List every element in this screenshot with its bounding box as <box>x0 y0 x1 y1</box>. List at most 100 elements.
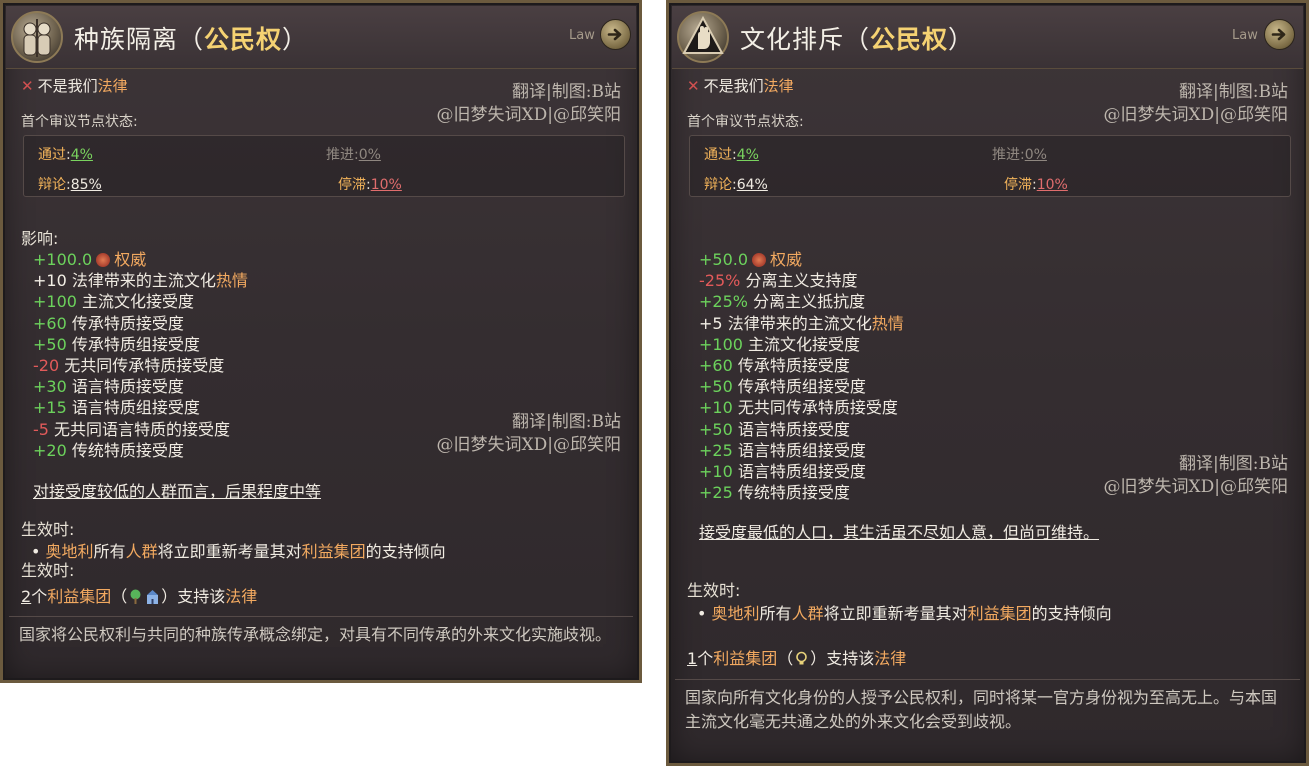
effect-label: 传承特质组接受度 <box>71 334 200 354</box>
stage-label: 首个审议节点状态: <box>21 114 138 130</box>
effect-label: 主流文化接受度 <box>82 292 195 312</box>
effect-label: 传承特质接受度 <box>737 356 850 375</box>
stage-advance-value[interactable]: 0% <box>1025 147 1047 163</box>
law-tooltip-cultural-exclusion: 文化排斥（公民权） Law ✕ 不是我们法律 翻译|制图:B站 @旧梦失词XD|@… <box>666 0 1309 766</box>
effect-value: +5 <box>699 313 723 333</box>
bullet-text: 将立即重新考量其对 <box>157 542 302 561</box>
effect-label: 分离主义支持度 <box>745 271 858 291</box>
effect-label: 传统特质接受度 <box>737 483 850 503</box>
law-name: 种族隔离 <box>74 25 179 54</box>
interest-groups-link[interactable]: 利益集团 <box>47 587 111 606</box>
tree-icon[interactable] <box>128 589 143 604</box>
stage-pass-value[interactable]: 4% <box>71 147 93 163</box>
stage-debate: 辩论:85% <box>38 177 102 193</box>
law-name: 文化排斥 <box>740 25 845 54</box>
effect-label: 权威 <box>114 250 147 269</box>
effect-value: +100.0 <box>33 250 93 269</box>
law-title: 种族隔离（公民权） <box>74 20 308 56</box>
effect-value: +25 <box>699 483 733 503</box>
effect-label: 分离主义抵抗度 <box>753 292 866 312</box>
stage-advance-value[interactable]: 0% <box>359 147 381 163</box>
effect-value: +60 <box>699 356 733 375</box>
effect-keyword[interactable]: 热情 <box>216 271 248 290</box>
pops-link[interactable]: 人群 <box>792 604 824 623</box>
title-paren-close: ） <box>948 25 975 54</box>
effect-value: +15 <box>33 398 67 418</box>
support-text: 个 <box>31 587 48 606</box>
effect-value: +10 <box>33 271 67 291</box>
law-link[interactable]: 法律 <box>225 587 257 606</box>
effect-label: 法律带来的主流文化 <box>71 271 216 291</box>
consequence-summary[interactable]: 对接受度较低的人群而言，后果程度中等 <box>33 478 321 502</box>
stage-stall-value[interactable]: 10% <box>371 177 402 193</box>
effect-value: +30 <box>33 377 67 397</box>
stage-debate-value[interactable]: 85% <box>71 177 102 193</box>
interest-groups-link[interactable]: 利益集团 <box>713 649 777 668</box>
effect-value: +100 <box>699 334 743 354</box>
effect-label: 语言特质接受度 <box>71 377 184 397</box>
watermark: 翻译|制图:B站 @旧梦失词XD|@邱笑阳 <box>1104 453 1288 499</box>
stage-pass: 通过:4% <box>38 147 93 163</box>
watermark-line-1: 翻译|制图:B站 <box>1179 454 1288 474</box>
law-tag: Law <box>1232 28 1258 43</box>
interest-groups-link[interactable]: 利益集团 <box>302 542 366 561</box>
bullet-text: 所有 <box>93 542 126 561</box>
consequence-summary[interactable]: 接受度最低的人口，其生活虽不尽如人意，但尚可维持。 <box>699 519 1099 543</box>
watermark-line-2: @旧梦失词XD|@邱笑阳 <box>1103 477 1288 497</box>
law-category: 公民权 <box>204 25 283 54</box>
not-our-law: ✕ 不是我们法律 <box>687 75 794 96</box>
effect-value: +50 <box>699 377 733 397</box>
watermark-line-2: @旧梦失词XD|@邱笑阳 <box>436 105 621 125</box>
support-paren: （ <box>777 649 794 668</box>
effect-label: 语言特质接受度 <box>737 419 850 439</box>
watermark-line-1: 翻译|制图:B站 <box>512 82 621 102</box>
title-paren-open: （ <box>844 25 871 54</box>
lightbulb-icon[interactable] <box>794 651 809 666</box>
stage-advance: 推进:0% <box>992 147 1047 163</box>
watermark-line-2: @旧梦失词XD|@邱笑阳 <box>436 435 621 455</box>
watermark-line-1: 翻译|制图:B站 <box>512 412 621 432</box>
effect-keyword[interactable]: 热情 <box>872 314 904 333</box>
watermark: 翻译|制图:B站 @旧梦失词XD|@邱笑阳 <box>437 81 621 127</box>
effect-value: +10 <box>699 398 733 418</box>
support-paren: （ <box>111 587 128 606</box>
law-tooltip-racial-segregation: 种族隔离（公民权） Law ✕ 不是我们法律 翻译|制图:B站 @旧梦失词XD|@… <box>0 0 642 683</box>
effect-label: 无共同传承特质接受度 <box>64 356 225 375</box>
on-enact-bullet: • 奥地利所有人群将立即重新考量其对利益集团的支持倾向 <box>697 604 1112 623</box>
title-paren-close: ） <box>282 25 309 54</box>
stage-advance-name: 推进 <box>992 147 1020 163</box>
not-law-keyword[interactable]: 法律 <box>764 77 794 95</box>
stage-stall: 停滞:10% <box>1004 177 1068 193</box>
country-name[interactable]: 奥地利 <box>712 604 760 623</box>
law-button[interactable] <box>600 19 631 50</box>
stage-debate-name: 辩论 <box>704 177 732 193</box>
stage-box: 通过:4% 推进:0% 辩论:85% 停滞:10% <box>23 135 625 197</box>
on-enact-bullet: • 奥地利所有人群将立即重新考量其对利益集团的支持倾向 <box>31 542 446 561</box>
authority-icon <box>752 253 767 267</box>
support-count[interactable]: 2 <box>21 587 31 606</box>
effect-value: +60 <box>33 313 67 333</box>
stage-debate-value[interactable]: 64% <box>737 177 768 193</box>
effect-label: 权威 <box>770 250 803 269</box>
stage-pass-value[interactable]: 4% <box>737 147 759 163</box>
tooltip-header: 文化排斥（公民权） Law <box>672 6 1303 69</box>
not-law-keyword[interactable]: 法律 <box>98 77 128 95</box>
bullet-text: 所有 <box>759 604 792 623</box>
support-text: ）支持该 <box>161 587 226 606</box>
law-link[interactable]: 法律 <box>874 649 906 668</box>
pops-link[interactable]: 人群 <box>126 542 158 561</box>
not-our-law: ✕ 不是我们法律 <box>21 75 128 96</box>
effect-value: +25% <box>699 292 748 312</box>
support-text: 个 <box>697 649 714 668</box>
law-button[interactable] <box>1264 19 1295 50</box>
tooltip-header: 种族隔离（公民权） Law <box>6 6 636 69</box>
effect-row[interactable]: +25 传统特质接受度 <box>699 479 850 503</box>
support-count[interactable]: 1 <box>687 649 697 668</box>
stage-stall-name: 停滞 <box>338 177 366 193</box>
stage-stall-value[interactable]: 10% <box>1037 177 1068 193</box>
on-enact-title: 生效时: <box>687 581 741 600</box>
church-icon[interactable] <box>145 589 160 604</box>
effect-row[interactable]: +20 传统特质接受度 <box>33 437 184 461</box>
effect-value: +50 <box>699 419 733 439</box>
interest-groups-link[interactable]: 利益集团 <box>968 604 1032 623</box>
